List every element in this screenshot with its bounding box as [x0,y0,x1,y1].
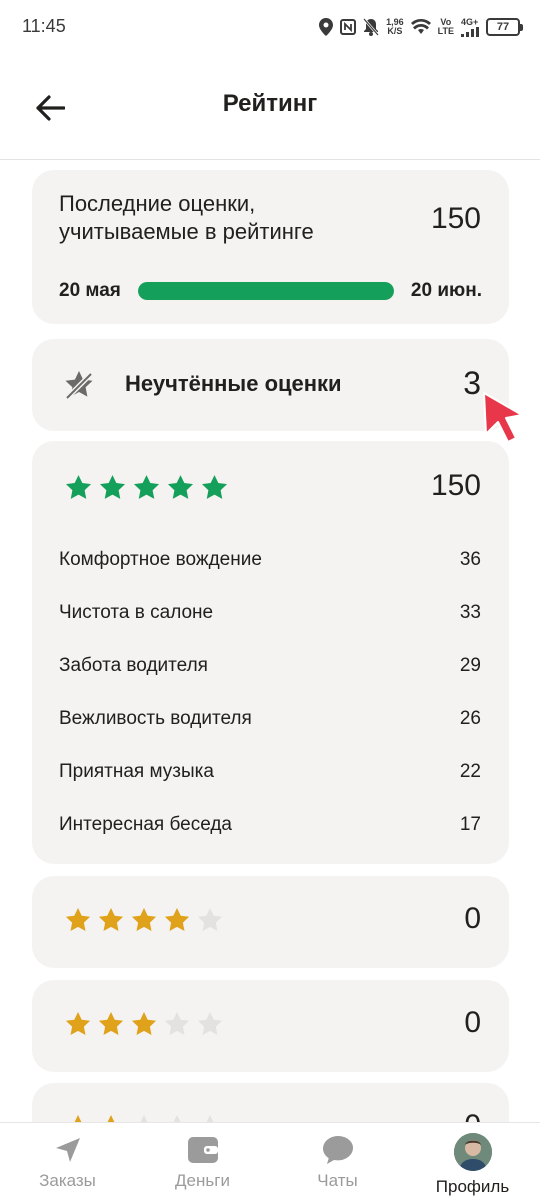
nav-profile[interactable]: Профиль [405,1123,540,1200]
tag-row-driver-politeness: Вежливость водителя 26 [59,708,481,729]
nav-chats-label: Чаты [317,1171,358,1190]
star-filled-icon [98,1012,124,1035]
navigation-arrow-icon [55,1138,80,1162]
nav-money-label: Деньги [175,1171,230,1190]
four-star-rating-stars [64,906,224,934]
nfc-icon [340,19,357,35]
unaccounted-ratings-count: 3 [463,365,481,401]
nav-orders[interactable]: Заказы [0,1123,135,1200]
volte-indicator: Vo LTE [437,17,454,36]
cell-signal: 4G+ [461,17,479,37]
mute-bell-icon [363,18,380,36]
recent-ratings-card: Последние оценки, учитываемые в рейтинге… [32,170,509,324]
period-progress-fill [138,282,394,300]
star-filled-icon [201,475,228,499]
star-filled-icon [65,1012,91,1035]
star-filled-icon [131,908,157,931]
nav-money[interactable]: Деньги [135,1123,270,1200]
network-speed: 1,96 K/S [386,17,404,36]
three-star-card[interactable]: 0 [32,980,509,1072]
wallet-icon [187,1137,218,1163]
unaccounted-ratings-label: Неучтённые оценки [125,371,342,396]
wifi-icon [410,19,431,34]
four-star-count: 0 [464,902,481,935]
three-star-rating-stars [64,1010,224,1038]
date-from: 20 мая [59,280,121,301]
star-filled-icon [131,1012,157,1035]
three-star-count: 0 [464,1006,481,1039]
star-filled-icon [99,475,126,499]
star-filled-icon [164,908,190,931]
star-filled-icon [65,475,92,499]
star-empty-icon [197,1012,223,1035]
signal-bars-icon [461,26,479,37]
header: Рейтинг [0,56,540,160]
five-star-total: 150 [430,469,481,502]
pointer-cursor-icon [483,392,523,443]
battery-icon: 77 [486,18,523,36]
location-icon [319,18,334,36]
date-to: 20 июн. [410,280,482,301]
star-filled-icon [65,908,91,931]
tag-row-comfortable-driving: Комфортное вождение 36 [59,549,481,570]
chat-bubble-icon [322,1136,353,1164]
five-star-rating-stars [64,473,229,502]
bottom-navigation: Заказы Деньги Чаты Профиль [0,1122,540,1200]
star-filled-icon [167,475,194,499]
recent-ratings-total: 150 [430,202,481,235]
avatar [453,1133,492,1171]
tag-row-clean-cabin: Чистота в салоне 33 [59,602,481,623]
five-star-card: 150 Комфортное вождение 36 Чистота в сало… [32,441,509,864]
period-progress-bar [138,282,394,300]
rating-tags-list: Комфортное вождение 36 Чистота в салоне 33… [59,548,481,866]
tag-row-pleasant-music: Приятная музыка 22 [59,761,481,782]
crossed-star-icon [65,371,93,400]
status-icons: 1,96 K/S Vo LTE 4G+ 77 [319,14,523,40]
unaccounted-ratings-card[interactable]: Неучтённые оценки 3 [32,339,509,431]
nav-profile-label: Профиль [435,1177,510,1196]
recent-ratings-title: Последние оценки, учитываемые в рейтинге [59,191,314,244]
tag-row-interesting-conversation: Интересная беседа 17 [59,814,481,835]
nav-chats[interactable]: Чаты [270,1123,405,1200]
page-title: Рейтинг [222,90,318,117]
tag-row-driver-care: Забота водителя 29 [59,655,481,676]
star-empty-icon [197,908,223,931]
star-filled-icon [98,908,124,931]
star-filled-icon [133,475,160,499]
nav-orders-label: Заказы [39,1171,96,1190]
star-empty-icon [164,1012,190,1035]
status-time: 11:45 [22,16,66,36]
four-star-card[interactable]: 0 [32,876,509,968]
status-bar: 11:45 1,96 K/S Vo LTE 4G+ 77 [0,0,540,56]
